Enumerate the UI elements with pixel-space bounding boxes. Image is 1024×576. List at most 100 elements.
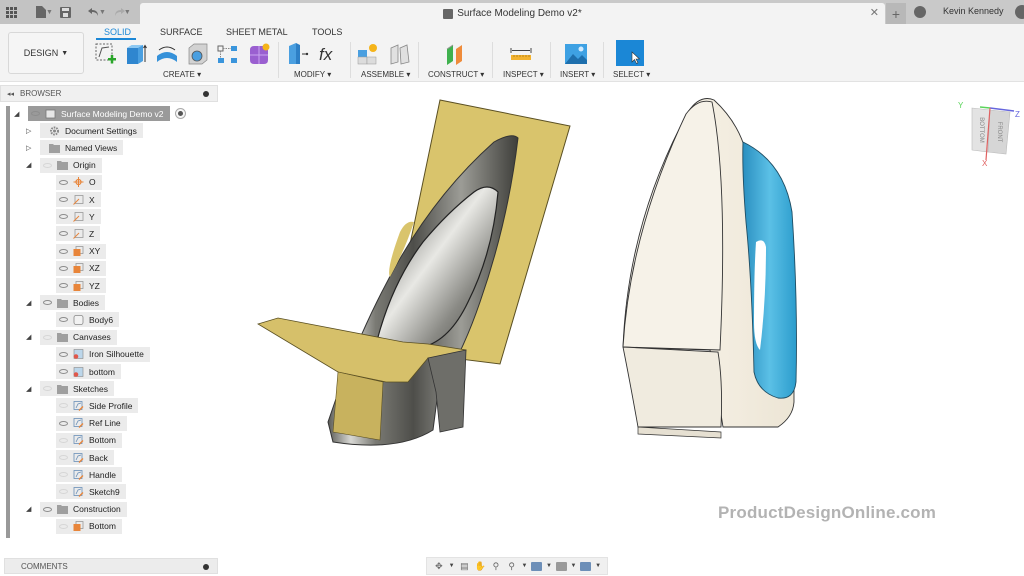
eye-visible-icon[interactable] — [56, 192, 70, 207]
browser-item[interactable]: Iron Silhouette — [42, 346, 150, 362]
tab-surface[interactable]: SURFACE — [160, 27, 203, 37]
browser-item[interactable]: Bottom — [42, 518, 122, 534]
eye-hidden-icon[interactable] — [40, 330, 54, 345]
new-component-icon[interactable] — [356, 42, 380, 66]
eye-visible-icon[interactable] — [56, 312, 70, 327]
create-form-icon[interactable] — [247, 42, 271, 66]
browser-item[interactable]: ◢ Surface Modeling Demo v2 — [14, 106, 186, 121]
grid-dropdown[interactable]: ▼ — [571, 563, 577, 569]
eye-hidden-icon[interactable] — [56, 484, 70, 499]
eye-visible-icon[interactable] — [56, 416, 70, 431]
select-icon[interactable] — [616, 40, 644, 66]
browser-item-node[interactable]: bottom — [56, 364, 121, 379]
modify-menu[interactable]: MODIFY ▾ — [294, 70, 331, 79]
collapse-triangle-icon[interactable]: ◢ — [26, 385, 31, 393]
browser-item[interactable]: ◢ Sketches — [26, 381, 114, 397]
document-tab[interactable]: Surface Modeling Demo v2* ✕ — [140, 3, 885, 24]
display-settings-icon[interactable] — [531, 561, 543, 571]
press-pull-icon[interactable] — [286, 42, 310, 66]
insert-image-icon[interactable] — [564, 42, 588, 66]
measure-icon[interactable] — [509, 42, 533, 66]
eye-visible-icon[interactable] — [56, 347, 70, 362]
new-tab-button[interactable]: + — [886, 3, 906, 24]
browser-item-node[interactable]: Y — [56, 209, 101, 225]
eye-visible-icon[interactable] — [56, 175, 70, 190]
viewcube[interactable]: BOTTOM FRONT Y Z X — [958, 101, 1020, 168]
collapse-triangle-icon[interactable]: ◢ — [26, 505, 31, 513]
browser-item-node[interactable]: Bottom — [56, 432, 122, 448]
comments-panel[interactable]: COMMENTS — [4, 558, 218, 574]
insert-menu[interactable]: INSERT ▾ — [560, 70, 595, 79]
browser-item[interactable]: Back — [42, 450, 114, 465]
browser-item-node[interactable]: O — [56, 174, 102, 190]
assemble-menu[interactable]: ASSEMBLE ▾ — [361, 70, 410, 79]
solid-model-iron[interactable] — [622, 98, 797, 439]
eye-hidden-icon[interactable] — [56, 398, 70, 413]
browser-item-node[interactable]: Document Settings — [40, 123, 143, 139]
browser-item-node[interactable]: Origin — [40, 157, 102, 173]
browser-item[interactable]: X — [42, 192, 101, 207]
eye-hidden-icon[interactable] — [56, 450, 70, 465]
browser-item-node[interactable]: Construction — [40, 501, 127, 517]
eye-hidden-icon[interactable] — [40, 158, 54, 173]
collapse-panel-icon[interactable]: ◂◂ — [7, 90, 14, 98]
redo-dropdown-caret[interactable]: ▼ — [124, 9, 131, 16]
browser-item[interactable]: ◢ Origin — [26, 157, 102, 173]
eye-hidden-icon[interactable] — [56, 519, 70, 534]
browser-item[interactable]: Y — [42, 209, 101, 225]
zoom-dropdown[interactable]: ▼ — [521, 563, 527, 569]
pattern-icon[interactable] — [216, 42, 240, 66]
viewports-icon[interactable] — [580, 561, 592, 571]
browser-item-node[interactable]: Surface Modeling Demo v2 — [28, 106, 170, 121]
orbit-dropdown[interactable]: ▼ — [449, 563, 455, 569]
browser-item-node[interactable]: Side Profile — [56, 398, 139, 414]
browser-item[interactable]: ▷ Document Settings — [26, 123, 143, 139]
browser-item[interactable]: Bottom — [42, 432, 122, 448]
browser-item-node[interactable]: Sketch9 — [56, 484, 126, 500]
orbit-icon[interactable]: ✥ — [433, 561, 445, 572]
surface-model-chrome[interactable] — [257, 99, 571, 446]
browser-item[interactable]: XY — [42, 243, 107, 259]
tab-sheet-metal[interactable]: SHEET METAL — [226, 27, 288, 37]
browser-item[interactable]: ◢ Construction — [26, 501, 127, 517]
collapse-triangle-icon[interactable]: ◢ — [26, 333, 31, 341]
collapse-triangle-icon[interactable]: ◢ — [26, 299, 31, 307]
tab-tools[interactable]: TOOLS — [312, 27, 342, 37]
browser-item-node[interactable]: Body6 — [56, 312, 120, 328]
user-account-name[interactable]: Kevin Kennedy — [943, 6, 1004, 16]
add-comment-icon[interactable] — [203, 564, 209, 570]
browser-item-node[interactable]: YZ — [56, 278, 106, 293]
fit-icon[interactable]: ⚲ — [506, 561, 518, 572]
select-menu[interactable]: SELECT ▾ — [613, 70, 650, 79]
browser-item[interactable]: Sketch9 — [42, 484, 126, 500]
create-menu[interactable]: CREATE ▾ — [163, 70, 201, 79]
browser-item-node[interactable]: Sketches — [40, 381, 114, 397]
expand-triangle-icon[interactable]: ▷ — [26, 144, 31, 152]
construct-menu[interactable]: CONSTRUCT ▾ — [428, 70, 484, 79]
expand-triangle-icon[interactable]: ▷ — [26, 127, 31, 135]
eye-visible-icon[interactable] — [28, 106, 42, 121]
browser-item-node[interactable]: Bodies — [40, 295, 105, 311]
collapse-triangle-icon[interactable]: ◢ — [14, 110, 19, 118]
browser-item-node[interactable]: Bottom — [56, 518, 122, 534]
browser-item[interactable]: XZ — [42, 260, 106, 276]
grid-settings-icon[interactable] — [555, 561, 567, 571]
browser-item-node[interactable]: Handle — [56, 467, 122, 483]
eye-visible-icon[interactable] — [56, 278, 70, 293]
browser-item-node[interactable]: XY — [56, 243, 107, 259]
display-dropdown[interactable]: ▼ — [546, 563, 552, 569]
revolve-icon[interactable] — [155, 42, 179, 66]
zoom-icon[interactable]: ⚲ — [490, 561, 502, 572]
activate-component-radio[interactable] — [174, 108, 186, 119]
collapse-triangle-icon[interactable]: ◢ — [26, 161, 31, 169]
close-tab-icon[interactable]: ✕ — [870, 6, 879, 19]
panel-pin-icon[interactable] — [203, 91, 209, 97]
workspace-switcher-button[interactable]: DESIGN ▼ — [8, 32, 84, 74]
inspect-menu[interactable]: INSPECT ▾ — [503, 70, 544, 79]
file-dropdown-caret[interactable]: ▼ — [46, 9, 53, 16]
save-icon[interactable] — [55, 1, 77, 23]
joint-icon[interactable] — [388, 42, 412, 66]
browser-item-node[interactable]: Z — [56, 226, 101, 242]
job-status-icon[interactable] — [914, 6, 926, 18]
browser-item[interactable]: Side Profile — [42, 398, 139, 414]
